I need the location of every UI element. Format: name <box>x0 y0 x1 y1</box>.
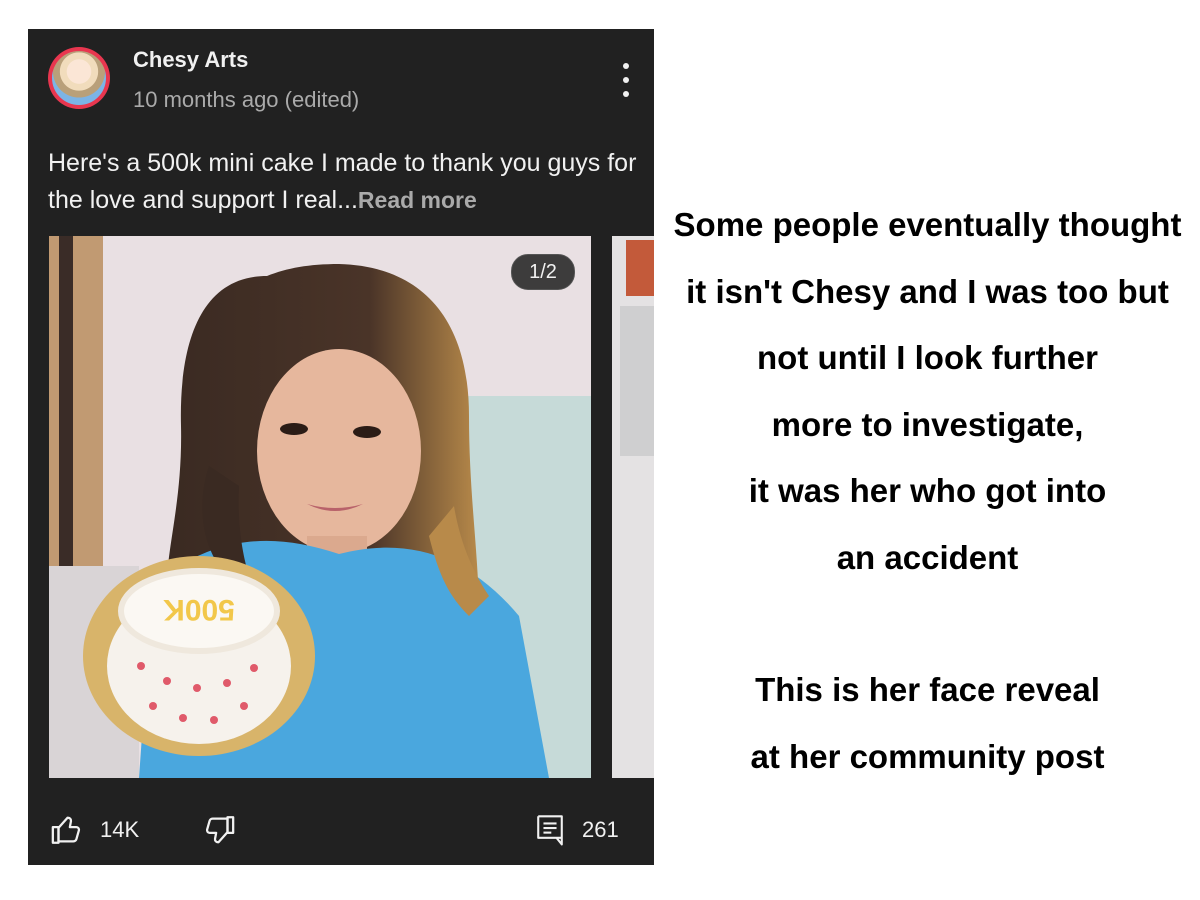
next-image-preview[interactable] <box>612 236 654 778</box>
thumbs-down-icon <box>205 816 235 844</box>
post-body: Here's a 500k mini cake I made to thank … <box>48 149 637 214</box>
author-name[interactable]: Chesy Arts <box>133 47 248 73</box>
caption-line: it isn't Chesy and I was too but <box>686 272 1169 310</box>
more-vert-icon[interactable] <box>614 63 638 97</box>
post-image[interactable]: 500K <box>49 236 591 778</box>
caption-line: not until I look further <box>757 339 1098 376</box>
caption-line: Some people eventually thought <box>673 206 1182 243</box>
cake-lettering: 500K <box>163 593 235 626</box>
caption-line: This is her face reveal <box>755 671 1100 708</box>
dislike-button[interactable] <box>202 813 236 847</box>
post-text: Here's a 500k mini cake I made to thank … <box>48 145 638 219</box>
caption-line: an accident <box>836 538 1019 576</box>
comment-icon <box>537 815 563 846</box>
read-more-link[interactable]: Read more <box>358 187 477 213</box>
avatar[interactable] <box>48 47 110 109</box>
community-post: Chesy Arts 10 months ago (edited) Here's… <box>28 29 654 865</box>
post-timestamp: 10 months ago (edited) <box>133 87 360 112</box>
caption-line: it was her who got into <box>748 472 1107 509</box>
like-count: 14K <box>100 817 140 842</box>
comment-count: 261 <box>582 817 619 842</box>
image-counter: 1/2 <box>511 254 575 290</box>
comment-button[interactable]: 261 <box>534 813 619 847</box>
caption-line: at her community post <box>750 737 1105 775</box>
thumbs-up-icon <box>51 816 81 844</box>
caption-text: Some people eventually thought it isn't … <box>655 192 1200 790</box>
avatar-image <box>52 51 106 105</box>
like-button[interactable]: 14K <box>50 813 139 847</box>
caption-line: more to investigate, <box>771 405 1084 443</box>
